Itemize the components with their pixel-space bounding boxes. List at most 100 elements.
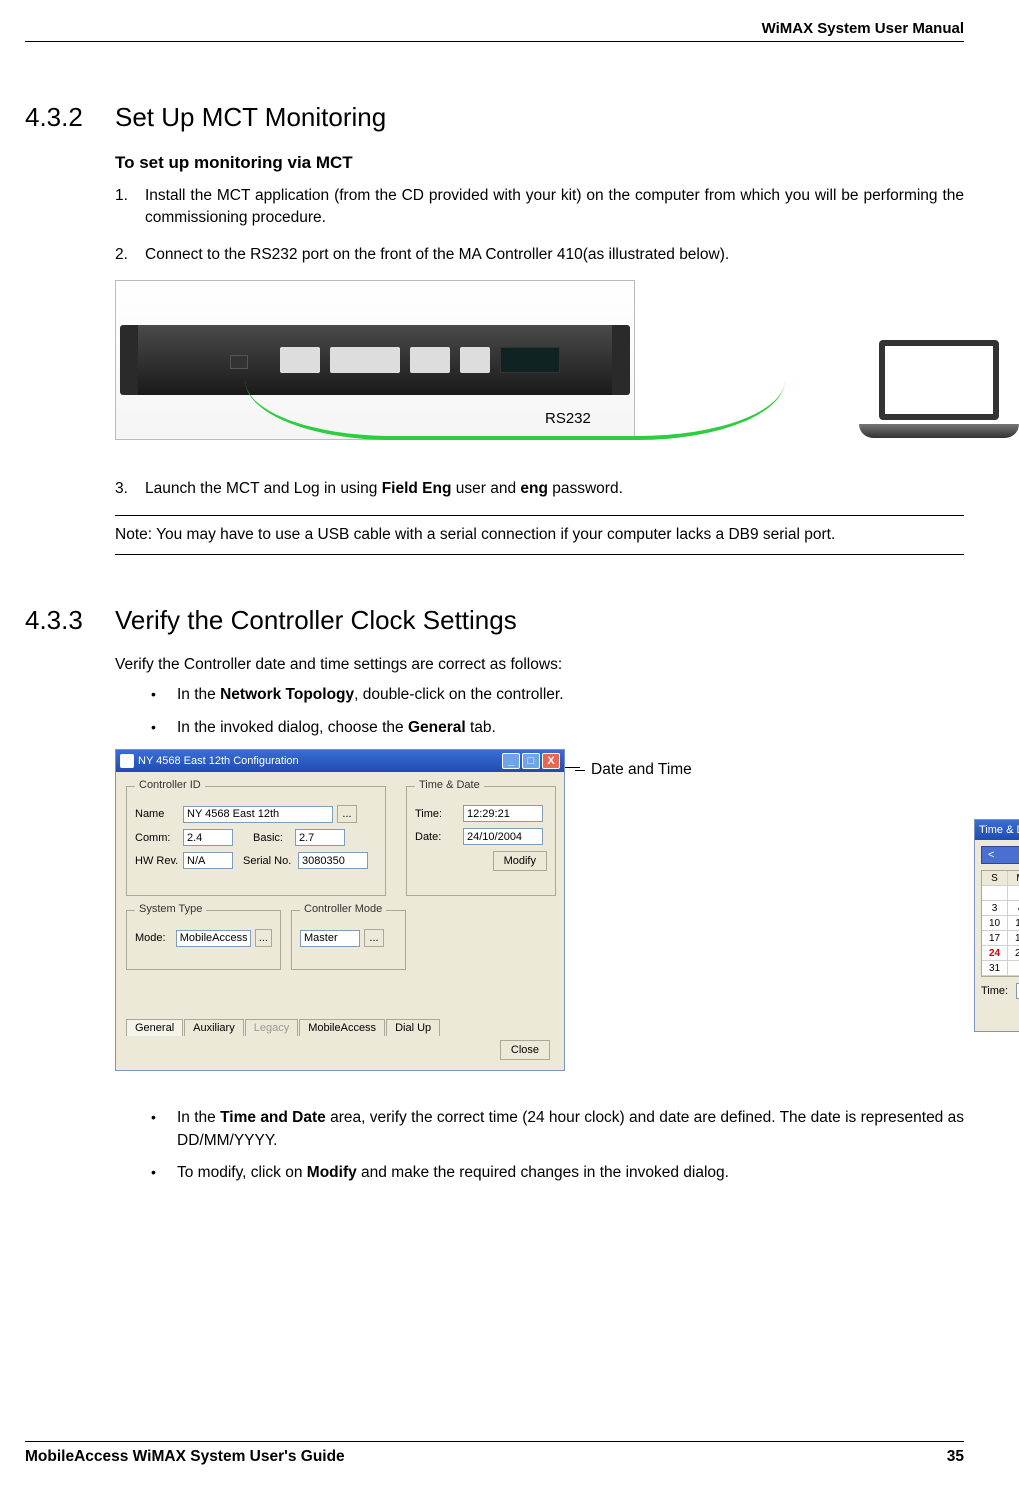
datepicker-titlebar: Time & Date configura... X [975, 820, 1019, 840]
panel-icon [460, 347, 490, 373]
day-cell[interactable]: 11 [1008, 916, 1019, 931]
close-button[interactable]: X [542, 753, 560, 769]
tab-bar: General Auxiliary Legacy MobileAccess Di… [126, 1019, 441, 1036]
group-legend: Controller Mode [300, 903, 386, 915]
mode-input[interactable] [176, 930, 251, 947]
section-title: Set Up MCT Monitoring [115, 102, 386, 132]
date-time-callout: Date and Time [575, 761, 692, 779]
time-date-group: Time & Date Time: Date: Modify [406, 786, 556, 896]
step-2: 2. Connect to the RS232 port on the fron… [115, 244, 964, 266]
maximize-button[interactable]: □ [522, 753, 540, 769]
day-cell[interactable]: 31 [982, 961, 1008, 976]
name-label: Name [135, 808, 183, 820]
calendar-row: 17181920212223 [982, 931, 1019, 946]
bullet-item: • To modify, click on Modify and make th… [151, 1162, 964, 1184]
page-header: WiMAX System User Manual [25, 20, 964, 42]
system-type-group: System Type Mode: ... [126, 910, 281, 970]
modify-button[interactable]: Modify [493, 851, 547, 871]
rs232-label: RS232 [545, 410, 591, 427]
hw-label: HW Rev. [135, 855, 183, 867]
config-figure: Date and Time NY 4568 East 12th Configur… [115, 749, 964, 1089]
callout-tick-icon [575, 770, 585, 771]
calendar-row: 10111213141516 [982, 916, 1019, 931]
laptop-base-icon [859, 424, 1019, 438]
day-cell[interactable]: 4 [1008, 901, 1019, 916]
step-3: 3. Launch the MCT and Log in using Field… [115, 478, 964, 500]
mode-label: Mode: [135, 932, 176, 944]
browse-button[interactable]: ... [255, 929, 272, 947]
panel-icon [330, 347, 400, 373]
day-cell[interactable]: 17 [982, 931, 1008, 946]
hw-input[interactable] [183, 852, 233, 869]
bullet-icon: • [151, 1107, 177, 1152]
bullets-top: • In the Network Topology, double-click … [151, 684, 964, 739]
bullet-icon: • [151, 1162, 177, 1184]
group-legend: Time & Date [415, 779, 484, 791]
controller-mode-input[interactable] [300, 930, 360, 947]
bullet-item: • In the invoked dialog, choose the Gene… [151, 717, 964, 739]
day-cell[interactable]: 3 [982, 901, 1008, 916]
calendar-row: 31 [982, 961, 1019, 976]
config-window: NY 4568 East 12th Configuration _ □ X Co… [115, 749, 565, 1071]
month-nav: < October 2004 > [981, 846, 1019, 864]
time-label: Time: [415, 808, 463, 820]
controller-id-group: Controller ID Name ... Comm: Basic: HW R… [126, 786, 386, 896]
day-cell[interactable]: 10 [982, 916, 1008, 931]
cable-icon [245, 380, 785, 440]
dow-cell: S [982, 871, 1008, 886]
datepicker-title: Time & Date configura... [979, 824, 1019, 836]
doc-title: WiMAX System User Manual [762, 20, 964, 37]
name-input[interactable] [183, 806, 333, 823]
page-footer: MobileAccess WiMAX System User's Guide 3… [25, 1441, 964, 1466]
minimize-button[interactable]: _ [502, 753, 520, 769]
footer-left: MobileAccess WiMAX System User's Guide [25, 1448, 345, 1466]
date-input[interactable] [463, 828, 543, 845]
close-dialog-button[interactable]: Close [500, 1040, 550, 1060]
app-icon [120, 754, 134, 768]
tab-legacy[interactable]: Legacy [245, 1019, 298, 1036]
section-intro: Verify the Controller date and time sett… [115, 656, 964, 674]
day-cell[interactable]: 18 [1008, 931, 1019, 946]
day-cell [1008, 886, 1019, 901]
prev-month-button[interactable]: < [988, 849, 994, 861]
dow-row: S M T W T F S [982, 871, 1019, 886]
laptop-screen-icon [879, 340, 999, 420]
day-cell[interactable]: 24 [982, 946, 1008, 961]
section-number: 4.3.3 [25, 605, 115, 636]
panel-icon [280, 347, 320, 373]
step-1: 1. Install the MCT application (from the… [115, 185, 964, 230]
basic-label: Basic: [253, 832, 295, 844]
basic-input[interactable] [295, 829, 345, 846]
bullet-icon: • [151, 684, 177, 706]
subhead-432: To set up monitoring via MCT [115, 153, 964, 173]
bullets-bottom: • In the Time and Date area, verify the … [151, 1107, 964, 1184]
section-title: Verify the Controller Clock Settings [115, 605, 517, 635]
steps-list-2: 3. Launch the MCT and Log in using Field… [115, 478, 964, 500]
dow-cell: M [1008, 871, 1019, 886]
step-number: 2. [115, 244, 145, 266]
browse-button[interactable]: ... [364, 929, 384, 947]
page-number: 35 [947, 1448, 964, 1466]
time-input[interactable] [463, 805, 543, 822]
time-label: Time: [981, 985, 1008, 997]
day-cell[interactable]: 25 [1008, 946, 1019, 961]
comm-input[interactable] [183, 829, 233, 846]
calendar-grid: S M T W T F S 12345678910111213141516171… [981, 870, 1019, 977]
section-heading-432: 4.3.2Set Up MCT Monitoring [25, 102, 964, 133]
tab-dialup[interactable]: Dial Up [386, 1019, 440, 1036]
panel-icon [410, 347, 450, 373]
window-title: NY 4568 East 12th Configuration [138, 755, 500, 767]
tab-general[interactable]: General [126, 1019, 183, 1036]
time-row: Time: ▲▼ : ▲▼ [981, 983, 1019, 999]
tab-mobileaccess[interactable]: MobileAccess [299, 1019, 385, 1036]
calendar-row: 3456789 [982, 901, 1019, 916]
browse-button[interactable]: ... [337, 805, 357, 823]
day-cell [1008, 961, 1019, 976]
day-cell [982, 886, 1008, 901]
calendar-row: 12 [982, 886, 1019, 901]
device-figure: RS232 [115, 280, 964, 460]
section-heading-433: 4.3.3Verify the Controller Clock Setting… [25, 605, 964, 636]
tab-auxiliary[interactable]: Auxiliary [184, 1019, 244, 1036]
steps-list: 1. Install the MCT application (from the… [115, 185, 964, 266]
serial-input[interactable] [298, 852, 368, 869]
